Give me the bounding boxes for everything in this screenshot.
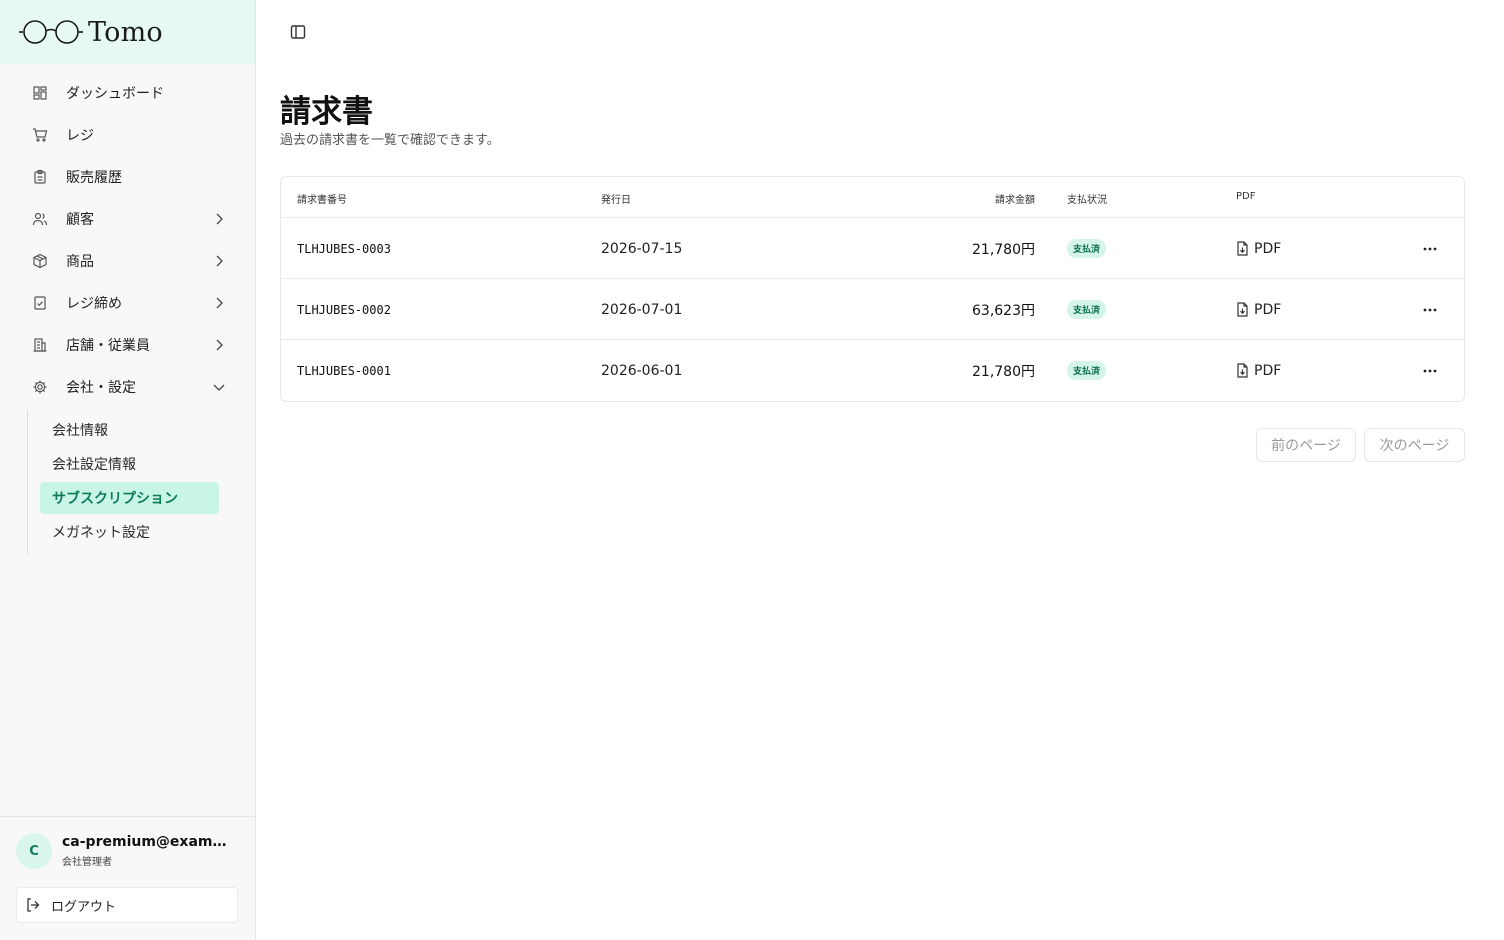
- sidebar-item-label: 会社・設定: [66, 380, 136, 396]
- package-icon: [32, 253, 48, 269]
- header-amount: 請求金額: [995, 195, 1035, 206]
- sidebar-item-label: 店舗・従業員: [66, 338, 150, 354]
- company-settings-subnav: 会社情報 会社設定情報 サブスクリプション メガネット設定: [27, 410, 255, 554]
- pdf-download-link[interactable]: PDF: [1236, 241, 1281, 257]
- header-pdf: PDF: [1236, 191, 1256, 202]
- logout-button[interactable]: ログアウト: [16, 887, 238, 923]
- table-row: TLHJUBES-0003 2026-07-15 21,780円 支払済 PDF: [281, 218, 1464, 279]
- sidebar-item-register-close[interactable]: レジ締め: [0, 282, 255, 324]
- payment-status-cell: 支払済: [1067, 218, 1107, 279]
- issue-date: 2026-07-15: [601, 240, 683, 257]
- clipboard-icon: [32, 169, 48, 185]
- file-download-icon: [1236, 363, 1249, 378]
- gear-icon: [32, 379, 48, 395]
- more-horizontal-icon[interactable]: [1422, 241, 1438, 257]
- invoice-amount: 63,623円: [972, 302, 1035, 319]
- payment-status-cell: 支払済: [1067, 279, 1107, 340]
- row-actions-cell: [1422, 340, 1438, 401]
- row-actions-cell: [1422, 279, 1438, 340]
- payment-status-cell: 支払済: [1067, 340, 1107, 401]
- user-info: C ca-premium@example.com 会社管理者: [0, 817, 255, 869]
- page-subtitle: 過去の請求書を一覧で確認できます。: [280, 133, 500, 148]
- invoice-number: TLHJUBES-0002: [297, 302, 391, 317]
- subnav-item-company-info[interactable]: 会社情報: [40, 414, 219, 446]
- status-badge: 支払済: [1067, 239, 1107, 258]
- main-content: 請求書 過去の請求書を一覧で確認できます。 請求書番号 発行日 請求金額 支払状…: [256, 0, 1504, 940]
- status-badge: 支払済: [1067, 361, 1107, 380]
- logout-icon: [25, 897, 41, 913]
- brand-header: Tomo: [0, 0, 255, 64]
- user-email: ca-premium@example.com: [62, 834, 234, 850]
- sidebar-item-label: 商品: [66, 254, 94, 270]
- chevron-right-icon: [213, 254, 225, 268]
- sidebar: Tomo ダッシュボード レジ 販売履歴 顧客 商品 レジ締め 店舗・従業員 会…: [0, 0, 256, 940]
- users-icon: [32, 211, 48, 227]
- sidebar-item-label: 顧客: [66, 212, 94, 228]
- dashboard-icon: [32, 85, 48, 101]
- glasses-icon: [19, 20, 83, 44]
- sidebar-item-label: 販売履歴: [66, 170, 122, 186]
- chevron-right-icon: [213, 338, 225, 352]
- next-page-button[interactable]: 次のページ: [1364, 428, 1465, 462]
- pdf-cell: PDF: [1236, 218, 1281, 279]
- user-text: ca-premium@example.com 会社管理者: [62, 834, 234, 868]
- invoice-number: TLHJUBES-0001: [297, 363, 391, 378]
- pdf-cell: PDF: [1236, 279, 1281, 340]
- sidebar-item-label: レジ締め: [66, 296, 122, 312]
- more-horizontal-icon[interactable]: [1422, 363, 1438, 379]
- sidebar-item-customers[interactable]: 顧客: [0, 198, 255, 240]
- header-issue-date: 発行日: [601, 195, 631, 206]
- invoice-amount: 21,780円: [972, 363, 1035, 380]
- more-horizontal-icon[interactable]: [1422, 302, 1438, 318]
- sidebar-item-dashboard[interactable]: ダッシュボード: [0, 72, 255, 114]
- avatar: C: [16, 833, 52, 869]
- sidebar-item-label: レジ: [66, 128, 94, 144]
- pdf-cell: PDF: [1236, 340, 1281, 401]
- issue-date: 2026-06-01: [601, 362, 683, 379]
- user-panel: C ca-premium@example.com 会社管理者 ログアウト: [0, 816, 255, 940]
- brand-logo[interactable]: Tomo: [18, 17, 163, 48]
- file-download-icon: [1236, 302, 1249, 317]
- chevron-down-icon: [213, 380, 225, 394]
- sidebar-item-sales-history[interactable]: 販売履歴: [0, 156, 255, 198]
- sidebar-item-products[interactable]: 商品: [0, 240, 255, 282]
- sidebar-item-register[interactable]: レジ: [0, 114, 255, 156]
- sidebar-item-stores-staff[interactable]: 店舗・従業員: [0, 324, 255, 366]
- sidebar-item-company-settings[interactable]: 会社・設定: [0, 366, 255, 408]
- subnav-item-company-settings-info[interactable]: 会社設定情報: [40, 448, 219, 480]
- invoice-amount: 21,780円: [972, 241, 1035, 258]
- chevron-right-icon: [213, 212, 225, 226]
- logout-label: ログアウト: [51, 899, 117, 915]
- subnav-item-meganet-settings[interactable]: メガネット設定: [40, 516, 219, 548]
- pdf-download-link[interactable]: PDF: [1236, 363, 1281, 379]
- sidebar-item-label: ダッシュボード: [66, 86, 164, 102]
- cart-icon: [32, 127, 48, 143]
- subnav-item-subscription[interactable]: サブスクリプション: [40, 482, 219, 514]
- table-header: 請求書番号 発行日 請求金額 支払状況 PDF: [281, 177, 1464, 218]
- chevron-right-icon: [213, 296, 225, 310]
- issue-date: 2026-07-01: [601, 301, 683, 318]
- row-actions-cell: [1422, 218, 1438, 279]
- brand-name: Tomo: [88, 16, 163, 48]
- header-payment-status: 支払状況: [1067, 195, 1107, 206]
- invoice-table: 請求書番号 発行日 請求金額 支払状況 PDF TLHJUBES-0003 20…: [280, 176, 1465, 402]
- building-icon: [32, 337, 48, 353]
- prev-page-button[interactable]: 前のページ: [1256, 428, 1356, 462]
- page-title: 請求書: [280, 94, 373, 130]
- sidebar-nav: ダッシュボード レジ 販売履歴 顧客 商品 レジ締め 店舗・従業員 会社・設定 …: [0, 64, 255, 554]
- pagination: 前のページ 次のページ: [1256, 428, 1465, 462]
- user-role: 会社管理者: [62, 857, 112, 868]
- sidebar-toggle-icon[interactable]: [289, 23, 307, 41]
- status-badge: 支払済: [1067, 300, 1107, 319]
- header-invoice-number: 請求書番号: [297, 195, 347, 206]
- table-row: TLHJUBES-0002 2026-07-01 63,623円 支払済 PDF: [281, 279, 1464, 340]
- pdf-link-label: PDF: [1254, 301, 1282, 318]
- table-row: TLHJUBES-0001 2026-06-01 21,780円 支払済 PDF: [281, 340, 1464, 401]
- invoice-number: TLHJUBES-0003: [297, 241, 391, 256]
- checklist-icon: [32, 295, 48, 311]
- file-download-icon: [1236, 241, 1249, 256]
- pdf-download-link[interactable]: PDF: [1236, 302, 1281, 318]
- pdf-link-label: PDF: [1254, 240, 1282, 257]
- pdf-link-label: PDF: [1254, 362, 1282, 379]
